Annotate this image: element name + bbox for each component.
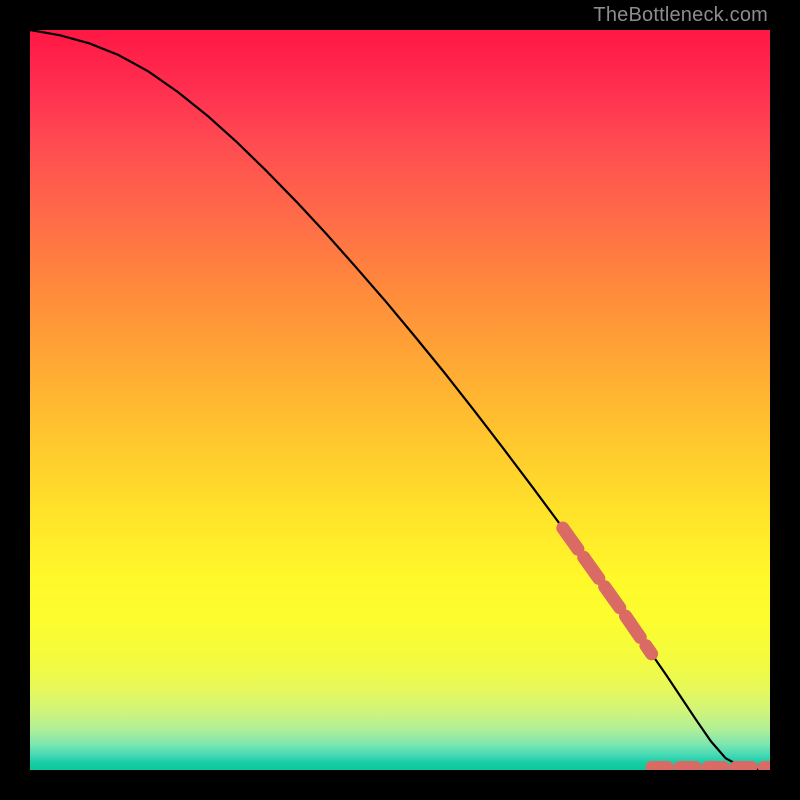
watermark-text: TheBottleneck.com: [593, 4, 768, 27]
chart-svg: [30, 30, 770, 770]
highlight-dashes-diagonal: [563, 528, 652, 654]
dash-segment: [625, 616, 640, 637]
dash-segment: [646, 646, 652, 654]
dash-segment: [584, 557, 599, 578]
dash-segment: [605, 587, 620, 608]
chart-stage: TheBottleneck.com: [0, 0, 800, 800]
main-curve: [30, 30, 770, 769]
plot-area: [30, 30, 770, 770]
dash-segment: [563, 528, 578, 549]
